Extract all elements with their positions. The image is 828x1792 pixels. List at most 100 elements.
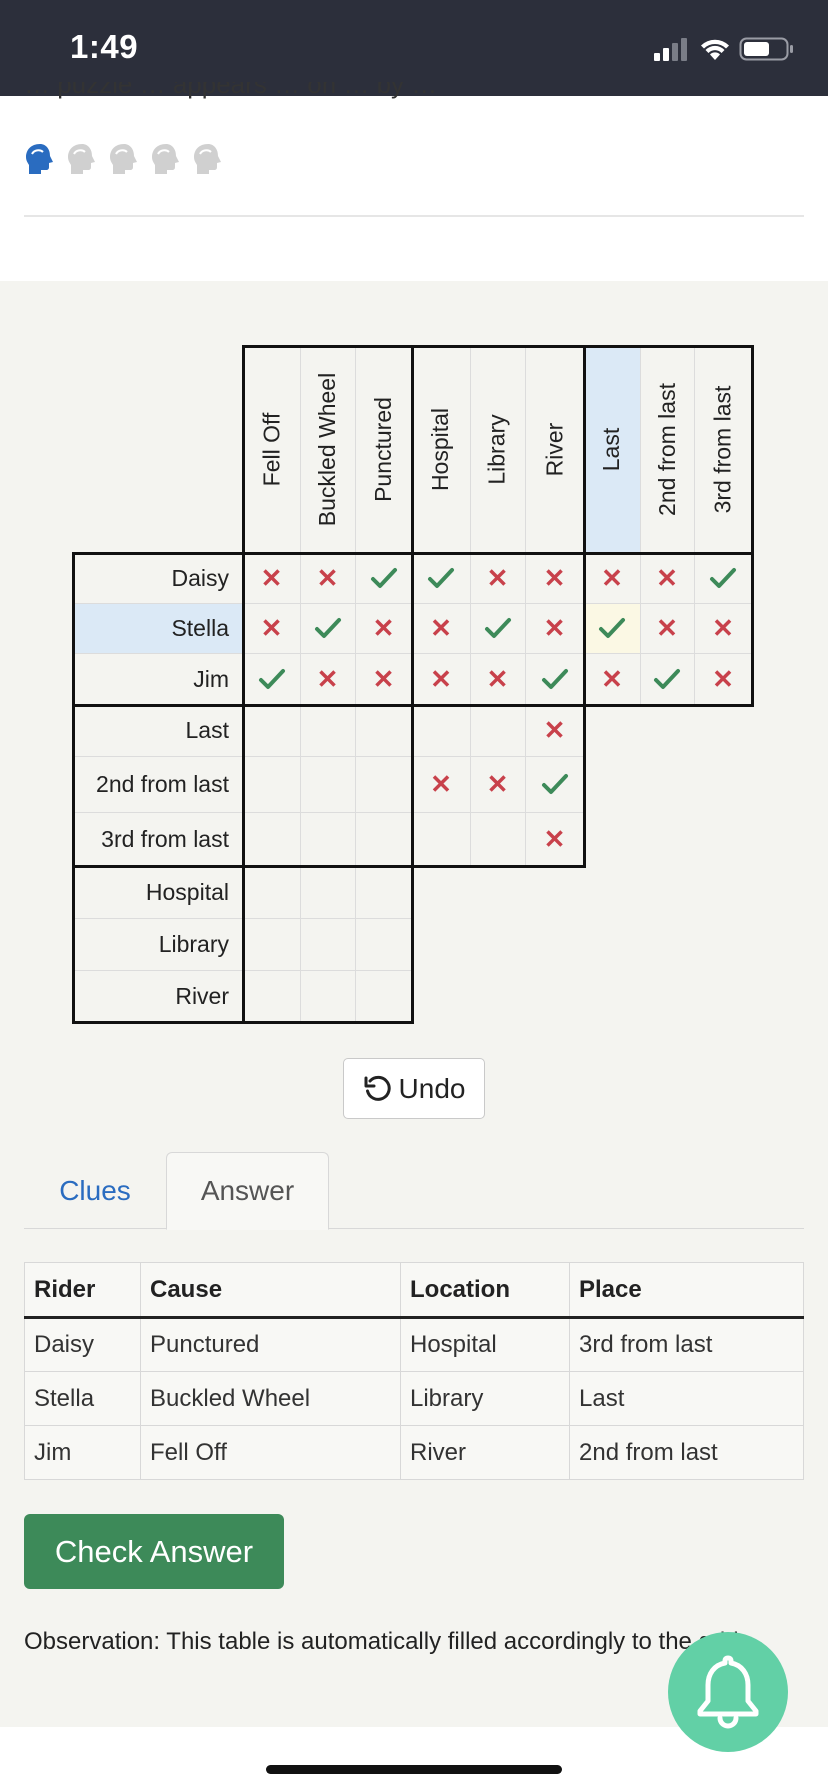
grid-cell[interactable]: ✕: [525, 553, 584, 603]
grid-cell[interactable]: ✕: [300, 653, 355, 705]
table-cell: Jim: [24, 1425, 141, 1480]
check-answer-button[interactable]: Check Answer: [24, 1514, 284, 1589]
check-mark-icon: [599, 618, 625, 638]
grid-cell[interactable]: [300, 603, 355, 653]
grid-cell[interactable]: [412, 705, 470, 756]
battery-icon: [739, 37, 793, 61]
grid-cell[interactable]: [470, 603, 525, 653]
cross-mark-icon: ✕: [372, 612, 395, 643]
grid-cell[interactable]: [470, 812, 525, 866]
grid-cell[interactable]: [300, 918, 355, 970]
cross-mark-icon: ✕: [601, 663, 623, 694]
grid-cell[interactable]: ✕: [412, 653, 470, 705]
grid-cell[interactable]: ✕: [584, 653, 640, 705]
grid-cell[interactable]: [525, 756, 584, 812]
table-cell: Daisy: [24, 1317, 141, 1372]
grid-cell[interactable]: [470, 705, 525, 756]
check-mark-icon: [541, 669, 568, 689]
grid-cell[interactable]: [243, 705, 300, 756]
grid-cell[interactable]: ✕: [412, 603, 470, 653]
cross-mark-icon: ✕: [316, 663, 339, 694]
grid-cell[interactable]: [243, 918, 300, 970]
head-icon: [152, 144, 179, 174]
table-row: Daisy Punctured Hospital 3rd from last: [24, 1317, 804, 1372]
grid-cell[interactable]: [243, 812, 300, 866]
table-cell: River: [400, 1425, 570, 1480]
grid-cell[interactable]: ✕: [640, 603, 694, 653]
tab-clues[interactable]: Clues: [24, 1152, 166, 1229]
grid-cell[interactable]: [300, 756, 355, 812]
cross-mark-icon: ✕: [543, 715, 566, 745]
grid-cell[interactable]: ✕: [355, 653, 412, 705]
cellular-signal-icon: [654, 38, 687, 61]
answer-table: Rider Cause Location Place Daisy Punctur…: [24, 1262, 804, 1480]
grid-cell[interactable]: ✕: [694, 653, 752, 705]
notification-button[interactable]: [668, 1632, 788, 1752]
check-mark-icon: [258, 669, 285, 689]
grid-cell[interactable]: [243, 970, 300, 1022]
observation-text: Observation: This table is automatically…: [24, 1628, 746, 1655]
grid-cell[interactable]: ✕: [355, 603, 412, 653]
grid-cell[interactable]: ✕: [525, 603, 584, 653]
grid-cell[interactable]: [412, 553, 470, 603]
grid-cell[interactable]: [584, 603, 640, 653]
cross-mark-icon: ✕: [430, 612, 452, 643]
grid-cell[interactable]: [355, 812, 412, 866]
check-mark-icon: [484, 618, 511, 638]
grid-cell[interactable]: ✕: [243, 603, 300, 653]
grid-cell[interactable]: [355, 866, 412, 918]
table-row: Jim Fell Off River 2nd from last: [24, 1425, 804, 1480]
grid-cell[interactable]: [243, 756, 300, 812]
check-mark-icon: [654, 669, 680, 689]
cross-mark-icon: ✕: [260, 612, 283, 643]
grid-cell[interactable]: [694, 553, 752, 603]
grid-cell[interactable]: [525, 653, 584, 705]
grid-cell[interactable]: ✕: [243, 553, 300, 603]
column-group-header: [411, 345, 586, 555]
home-indicator: [266, 1765, 562, 1774]
check-mark-icon: [428, 568, 454, 588]
grid-cell[interactable]: [355, 756, 412, 812]
grid-cell[interactable]: [300, 705, 355, 756]
grid-cell[interactable]: ✕: [694, 603, 752, 653]
grid-cell[interactable]: [412, 812, 470, 866]
grid-cell[interactable]: ✕: [640, 553, 694, 603]
head-icon: [26, 144, 53, 174]
undo-button[interactable]: Undo: [343, 1058, 485, 1119]
grid-cell[interactable]: [355, 705, 412, 756]
status-time: 1:49: [70, 28, 139, 65]
check-mark-icon: [314, 618, 341, 638]
grid-cell[interactable]: [243, 653, 300, 705]
cross-mark-icon: ✕: [486, 562, 509, 593]
grid-cell[interactable]: ✕: [300, 553, 355, 603]
grid-cell[interactable]: [300, 866, 355, 918]
grid-cell[interactable]: [355, 918, 412, 970]
table-cell: Hospital: [400, 1317, 570, 1372]
cross-mark-icon: ✕: [601, 562, 623, 593]
divider: [24, 215, 804, 217]
cross-mark-icon: ✕: [316, 562, 339, 593]
table-cell: Last: [569, 1371, 804, 1426]
grid-cell[interactable]: [355, 553, 412, 603]
grid-cell[interactable]: [243, 866, 300, 918]
grid-cell[interactable]: [355, 970, 412, 1022]
grid-cell[interactable]: ✕: [412, 756, 470, 812]
head-icon: [68, 144, 95, 174]
tab-answer[interactable]: Answer: [166, 1152, 329, 1230]
puzzle-description-clipped: … puzzle … appears … on … by …: [24, 82, 438, 99]
column-group-header: [242, 345, 414, 555]
grid-cell[interactable]: ✕: [525, 812, 584, 866]
grid-cell[interactable]: ✕: [584, 553, 640, 603]
row-group-labels: [72, 552, 245, 707]
wifi-icon: [701, 39, 729, 60]
grid-cell[interactable]: [300, 812, 355, 866]
cross-mark-icon: ✕: [543, 612, 566, 643]
grid-cell[interactable]: [640, 653, 694, 705]
grid-cell[interactable]: ✕: [525, 705, 584, 756]
table-cell: Library: [400, 1371, 570, 1426]
grid-cell[interactable]: ✕: [470, 653, 525, 705]
table-cell: 3rd from last: [569, 1317, 804, 1372]
grid-cell[interactable]: ✕: [470, 553, 525, 603]
grid-cell[interactable]: [300, 970, 355, 1022]
grid-cell[interactable]: ✕: [470, 756, 525, 812]
